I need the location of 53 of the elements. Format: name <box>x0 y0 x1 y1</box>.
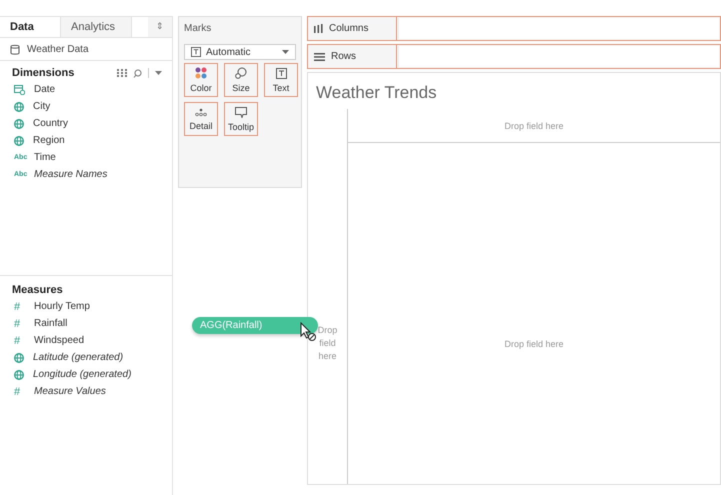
view-title: Weather Trends <box>315 82 438 104</box>
field-name[interactable]: Region <box>33 135 65 146</box>
field-name[interactable]: Date <box>34 84 56 95</box>
drop-hint: Drop field here <box>504 338 564 348</box>
field-name[interactable]: Rainfall <box>34 318 68 329</box>
drop-hint: Drop field here <box>316 324 338 363</box>
field-name[interactable]: Hourly Temp <box>34 301 90 312</box>
mark-property-button[interactable]: Size <box>224 63 258 97</box>
field-name[interactable]: Windspeed <box>34 335 84 346</box>
field-name[interactable]: Latitude (generated) <box>33 352 124 363</box>
dropdown-caret-icon <box>282 50 289 54</box>
shelf-label: Rows <box>308 45 397 68</box>
globe-icon <box>14 118 24 128</box>
side-tab[interactable]: Analytics <box>61 17 132 37</box>
grid-view-icon[interactable] <box>117 69 127 77</box>
mark-property-button[interactable]: Text <box>264 63 298 97</box>
field-name[interactable]: Measure Names <box>34 169 108 180</box>
type-label: # <box>14 300 22 312</box>
size-circles-icon <box>235 67 247 79</box>
drop-hint: Drop field here <box>504 120 564 130</box>
color-dots-icon <box>195 67 207 79</box>
globe-icon <box>14 102 24 112</box>
drag-cursor-icon <box>300 322 318 342</box>
mark-property-button[interactable]: Detail <box>184 102 218 136</box>
globe-icon <box>14 352 24 362</box>
field-name[interactable]: Time <box>34 152 56 163</box>
speech-bubble-icon <box>235 106 247 118</box>
section-title: Measures <box>12 284 63 296</box>
shelf-label: Columns <box>308 17 397 40</box>
dropdown-caret-icon[interactable] <box>155 71 162 75</box>
field-name[interactable]: City <box>33 101 50 112</box>
mark-type-dropdown[interactable]: Automatic <box>184 44 296 60</box>
section-title: Dimensions <box>12 67 74 79</box>
database-icon <box>10 44 20 54</box>
type-label: # <box>14 386 22 398</box>
columns-icon <box>314 24 323 33</box>
field-name[interactable]: Longitude (generated) <box>33 369 132 380</box>
text-box-icon <box>276 68 286 78</box>
calendar-icon <box>14 84 25 95</box>
marks-title: Marks <box>184 23 212 34</box>
search-icon[interactable] <box>133 68 142 78</box>
type-label: # <box>14 334 22 346</box>
mark-property-button[interactable]: Color <box>184 63 218 97</box>
detail-dots-icon <box>195 108 207 116</box>
field-name[interactable]: Measure Values <box>34 386 106 397</box>
mark-property-button[interactable]: Tooltip <box>224 102 258 136</box>
data-source-name[interactable]: Weather Data <box>27 44 89 54</box>
type-label: # <box>14 318 22 330</box>
rows-icon <box>314 52 325 60</box>
globe-icon <box>14 136 24 146</box>
text-box-icon <box>191 47 201 57</box>
globe-icon <box>14 370 24 380</box>
field-name[interactable]: Country <box>33 118 68 129</box>
